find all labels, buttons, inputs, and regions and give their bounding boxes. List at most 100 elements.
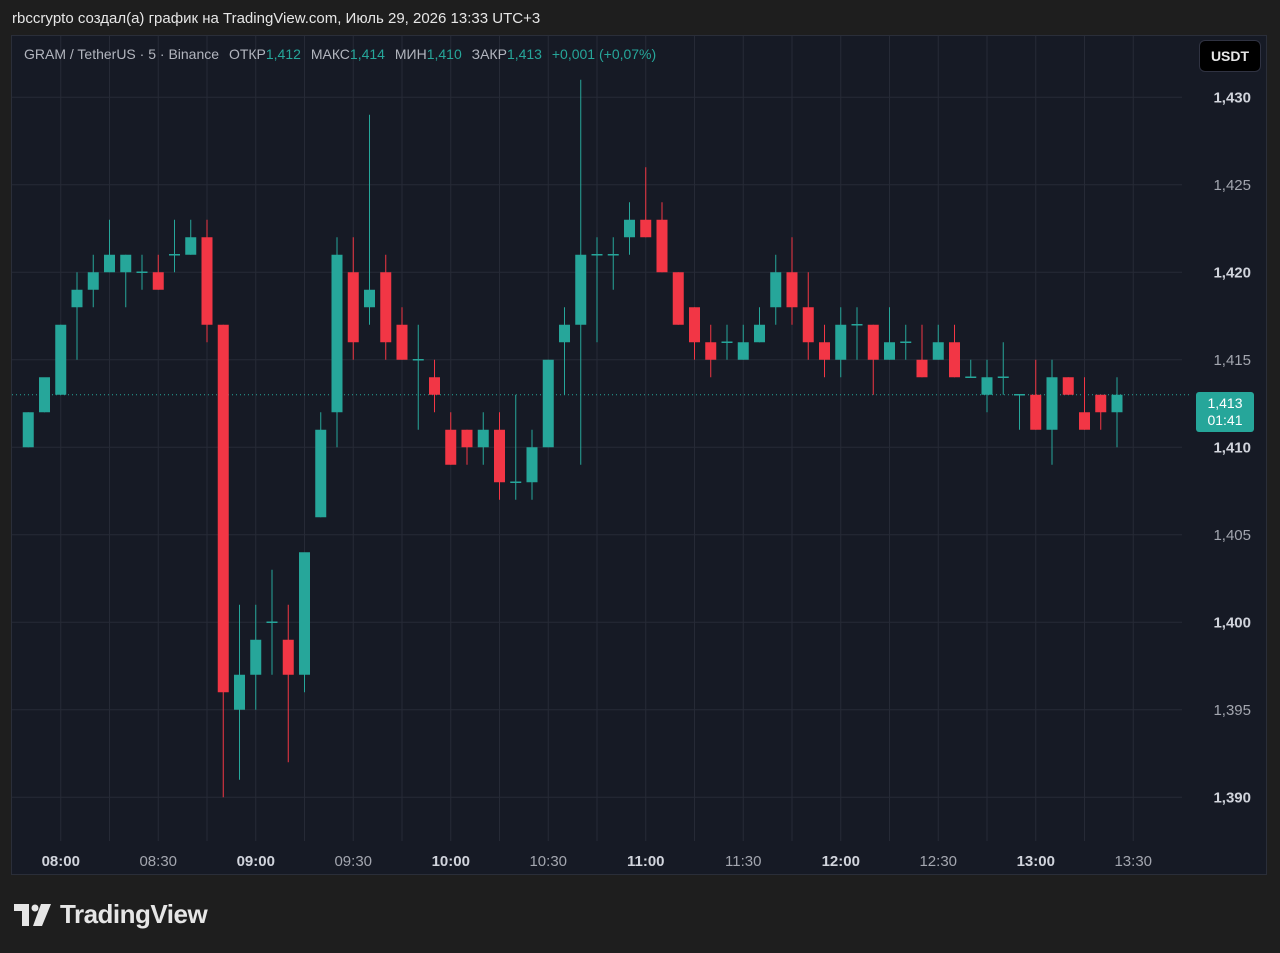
candle-body [331,254,343,413]
candle-body [104,254,115,273]
y-axis-tick-label: 1,410 [1213,439,1251,456]
candle-body [380,272,392,343]
x-axis-tick-label: 12:30 [919,853,957,870]
candle-body [299,552,310,675]
candle-body [884,342,895,360]
candle-body [445,429,457,465]
y-axis-tick-label: 1,415 [1213,352,1251,369]
y-axis-tick-label: 1,400 [1213,614,1251,631]
candle-body [900,341,912,343]
candle-body [71,289,83,308]
candle-body [802,307,814,343]
candle-body [250,639,262,675]
candle-body [282,639,294,675]
y-axis-tick-label: 1,390 [1213,789,1251,806]
last-price-tag: 1,413 01:41 [1196,392,1254,432]
candle-body [559,324,570,343]
currency-button[interactable]: USDT [1199,40,1261,72]
candle-body [835,324,847,360]
x-axis-tick-label: 13:00 [1017,853,1055,870]
candle-body [396,324,408,360]
candle-body [185,237,197,255]
candle-body [640,219,652,238]
candle-body [705,342,717,360]
x-axis-tick-label: 10:00 [432,853,470,870]
candle-body [510,481,522,483]
candle-body [949,342,960,378]
candle-body [217,324,229,693]
candle-body [932,342,944,360]
chart-pane[interactable]: 1,430 1,425 1,420 1,415 1,410 1,405 1,400 1,395… [11,35,1267,875]
x-axis-tick-label: 08:30 [139,853,177,870]
candle-body [169,254,180,256]
tradingview-logo[interactable]: TradingView [14,899,208,930]
candle-body [364,289,375,308]
x-axis-tick-label: 09:00 [237,853,275,870]
legend-close-label: ЗАКР [471,46,507,62]
candle-body [672,272,684,325]
candle-body [721,341,733,343]
candlestick-chart[interactable]: 1,430 1,425 1,420 1,415 1,410 1,405 1,400 1,395… [12,36,1267,875]
x-axis-tick-label: 13:30 [1114,853,1152,870]
candle-body [981,377,993,395]
legend-symbol[interactable]: GRAM / TetherUS · 5 · Binance [24,46,219,62]
candle-body [22,412,34,448]
candle-body [477,429,489,448]
candle-body [526,447,538,483]
candle-body [656,219,668,273]
candle-body [1062,377,1074,395]
legend-low-label: МИН [394,46,427,62]
candle-body [916,359,928,378]
x-axis-tick-label: 11:30 [725,853,761,870]
candle-body [39,377,50,413]
x-axis-tick-label: 11:00 [627,853,665,870]
candle-body [867,324,879,360]
legend-low-value: 1,410 [426,46,462,62]
legend-high-label: МАКС [310,46,350,62]
candle-body [997,376,1009,378]
candle-body [1079,412,1090,430]
candle-body [851,324,863,326]
candle-body [607,254,619,256]
candle-body [786,272,798,308]
candle-body [201,237,213,325]
candle-body [1046,377,1058,430]
candle-body [754,324,765,343]
candle-body [461,429,473,448]
candle-body [152,272,164,290]
legend-high-value: 1,414 [349,46,385,62]
candle-body [55,324,67,395]
x-axis-tick-label: 12:00 [822,853,860,870]
candle-body [1111,394,1123,413]
legend-change: +0,001 (+0,07%) [551,46,657,62]
x-axis-tick-label: 08:00 [42,853,80,870]
bar-countdown: 01:41 [1207,412,1243,428]
candle-body [234,674,245,710]
x-axis-tick-label: 09:30 [334,853,372,870]
candle-body [689,307,700,343]
candle-body [624,219,635,238]
candle-body [1095,394,1107,413]
x-axis-tick-label: 10:30 [529,853,567,870]
ohlc-legend: GRAM / TetherUS · 5 · Binance ОТКР1,412 … [24,46,656,62]
candle-body [429,377,440,395]
candle-body [412,359,424,361]
candle-body [575,254,587,325]
candle-body [1030,394,1042,430]
candle-body [965,376,977,378]
y-axis-tick-label: 1,405 [1213,527,1251,544]
candle-body [591,254,603,256]
y-axis-tick-label: 1,395 [1213,702,1251,719]
candle-body [542,359,554,448]
legend-close-value: 1,413 [506,46,542,62]
candle-body [1014,394,1025,396]
candle-body [315,429,327,518]
y-axis-tick-label: 1,420 [1213,264,1251,281]
candle-body [136,271,148,273]
last-price-value: 1,413 [1207,395,1243,411]
y-axis-tick-label: 1,430 [1213,89,1251,106]
candle-body [347,272,359,343]
chart-attribution: rbccrypto создал(а) график на TradingVie… [12,10,541,27]
legend-open-value: 1,412 [265,46,301,62]
candle-body [737,342,749,360]
